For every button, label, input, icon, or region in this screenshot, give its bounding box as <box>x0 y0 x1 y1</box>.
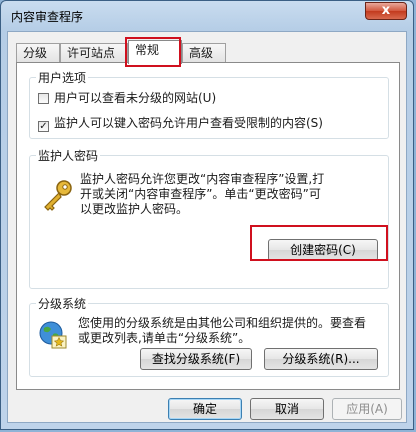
highlight-create-password <box>250 225 388 261</box>
group-user-options: 用户选项 用户可以查看未分级的网站(U) ✓ 监护人可以键入密码允许用户查看受限制… <box>29 69 389 139</box>
tab-approved-sites[interactable]: 许可站点 <box>60 43 128 62</box>
group-rating-systems-title: 分级系统 <box>36 295 89 312</box>
content-advisor-window: 内容审查程序 x 分级 许可站点 常规 高级 用户选项 用户可以查看未分级的网站… <box>0 0 414 430</box>
dialog-client-area: 分级 许可站点 常规 高级 用户选项 用户可以查看未分级的网站(U) ✓ 监护人可… <box>7 31 407 423</box>
supervisor-description: 监护人密码允许您更改“内容审查程序”设置,打 开或关闭“内容审查程序”。单击“更… <box>80 172 324 217</box>
key-icon <box>44 180 72 211</box>
ok-button[interactable]: 确定 <box>168 398 242 420</box>
rating-systems-description-line1: 您使用的分级系统是由其他公司和组织提供的。要查看 <box>78 316 367 330</box>
option-supervisor-password[interactable]: ✓ 监护人可以键入密码允许用户查看受限制的内容(S) <box>38 114 323 132</box>
window-title: 内容审查程序 <box>11 10 84 24</box>
tab-advanced[interactable]: 高级 <box>182 43 226 62</box>
supervisor-description-line3: 以更改监护人密码。 <box>80 202 189 216</box>
option-supervisor-password-label: 监护人可以键入密码允许用户查看受限制的内容(S) <box>54 116 323 130</box>
group-user-options-title: 用户选项 <box>36 69 89 86</box>
title-bar[interactable]: 内容审查程序 x <box>1 1 413 31</box>
checkbox-supervisor-password[interactable]: ✓ <box>38 121 49 132</box>
tab-ratings[interactable]: 分级 <box>16 43 60 62</box>
highlight-general-tab <box>125 37 181 67</box>
apply-button[interactable]: 应用(A) <box>332 398 402 420</box>
rating-systems-button[interactable]: 分级系统(R)... <box>264 348 378 370</box>
checkbox-view-unrated[interactable] <box>38 93 49 104</box>
rating-systems-description-line2: 或更改列表,请单击“分级系统”。 <box>78 331 251 345</box>
find-rating-systems-button[interactable]: 查找分级系统(F) <box>140 348 252 370</box>
option-view-unrated-label: 用户可以查看未分级的网站(U) <box>54 91 217 105</box>
rating-systems-description: 您使用的分级系统是由其他公司和组织提供的。要查看 或更改列表,请单击“分级系统”… <box>78 316 366 346</box>
close-icon: x <box>381 3 391 18</box>
supervisor-description-line1: 监护人密码允许您更改“内容审查程序”设置,打 <box>80 172 325 186</box>
cancel-button[interactable]: 取消 <box>250 398 324 420</box>
close-button[interactable]: x <box>365 2 407 20</box>
group-rating-systems: 分级系统 您使用的分级系统是由其他公司和组织提供的。要查看 或更改列表,请单击“… <box>29 295 389 377</box>
group-supervisor-password: 监护人密码 监护人密码允许您更改“内容审查程序”设置,打 开或关闭“内容审查程序… <box>29 147 389 289</box>
supervisor-description-line2: 开或关闭“内容审查程序”。单击“更改密码”可 <box>80 187 321 201</box>
group-supervisor-password-title: 监护人密码 <box>36 147 101 164</box>
globe-certificate-icon <box>39 321 67 349</box>
option-view-unrated[interactable]: 用户可以查看未分级的网站(U) <box>38 89 216 106</box>
